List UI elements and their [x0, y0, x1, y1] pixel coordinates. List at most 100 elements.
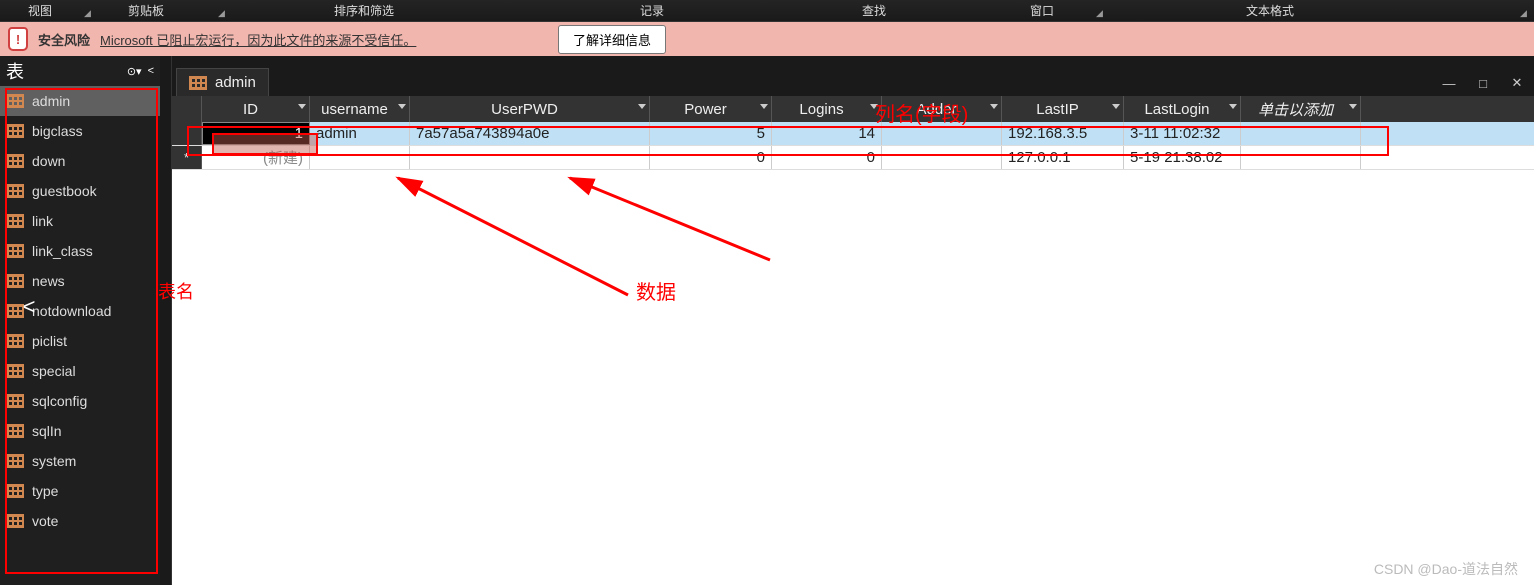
cell-Logins[interactable]: 14 — [772, 122, 882, 145]
sidebar-item-label: admin — [32, 93, 70, 109]
table-row[interactable]: 1admin7a57a5a743894a0e514 192.168.3.53-11… — [172, 122, 1534, 146]
cell-ID[interactable]: 1 — [202, 122, 310, 145]
sidebar-item-piclist[interactable]: piclist — [0, 326, 160, 356]
cell-username[interactable] — [310, 146, 410, 169]
row-header[interactable] — [172, 122, 202, 145]
sidebar-item-label: down — [32, 153, 65, 169]
sidebar-item-vote[interactable]: vote — [0, 506, 160, 536]
security-message[interactable]: Microsoft 已阻止宏运行，因为此文件的来源不受信任。 — [100, 30, 416, 49]
table-row[interactable]: *(新建) 00 127.0.0.15-19 21:38:02 — [172, 146, 1534, 170]
expand-icon[interactable]: ◢ — [84, 8, 91, 19]
cell-add[interactable] — [1241, 122, 1361, 145]
column-header-UserPWD[interactable]: UserPWD — [410, 96, 650, 122]
dropdown-icon[interactable] — [638, 104, 646, 109]
sidebar-item-down[interactable]: down — [0, 146, 160, 176]
sidebar-item-label: link_class — [32, 243, 93, 259]
cell-LastIP[interactable]: 127.0.0.1 — [1002, 146, 1124, 169]
sidebar-item-special[interactable]: special — [0, 356, 160, 386]
row-header[interactable]: * — [172, 146, 202, 169]
ribbon-group-textfmt[interactable]: 文本格式 — [1246, 2, 1294, 19]
column-header-Power[interactable]: Power — [650, 96, 772, 122]
column-label: UserPWD — [491, 101, 558, 118]
expand-icon[interactable]: ◢ — [218, 8, 225, 19]
cell-username[interactable]: admin — [310, 122, 410, 145]
sidebar-item-label: vote — [32, 513, 58, 529]
maximize-icon[interactable]: □ — [1466, 70, 1500, 96]
table-icon — [6, 154, 24, 168]
expand-icon[interactable]: ◢ — [1096, 8, 1103, 19]
ribbon-group-view[interactable]: 视图 — [28, 2, 52, 19]
column-label: Power — [684, 101, 727, 118]
ribbon-group-clipboard[interactable]: 剪贴板 — [128, 2, 164, 19]
cell-Logins[interactable]: 0 — [772, 146, 882, 169]
security-learn-more-button[interactable]: 了解详细信息 — [558, 25, 666, 54]
cell-Power[interactable]: 5 — [650, 122, 772, 145]
sidebar-dropdown-icon[interactable]: ⊙▾ — [127, 65, 142, 78]
column-label: Logins — [799, 101, 843, 118]
minimize-icon[interactable]: — — [1432, 70, 1466, 96]
sidebar-item-label: bigclass — [32, 123, 83, 139]
cell-LastIP[interactable]: 192.168.3.5 — [1002, 122, 1124, 145]
sidebar: 表 ⊙▾ < admin bigclass down guestbook link lin… — [0, 56, 160, 585]
dropdown-icon[interactable] — [1349, 104, 1357, 109]
ribbon-group-find[interactable]: 查找 — [862, 2, 886, 19]
dropdown-icon[interactable] — [990, 104, 998, 109]
sidebar-item-guestbook[interactable]: guestbook — [0, 176, 160, 206]
sidebar-item-label: system — [32, 453, 76, 469]
watermark: CSDN @Dao-道法自然 — [1374, 559, 1518, 579]
row-header-blank[interactable] — [172, 96, 202, 122]
dropdown-icon[interactable] — [870, 104, 878, 109]
sidebar-item-sqlconfig[interactable]: sqlconfig — [0, 386, 160, 416]
grid-body: 1admin7a57a5a743894a0e514 192.168.3.53-11… — [172, 122, 1534, 170]
column-header-username[interactable]: username — [310, 96, 410, 122]
sidebar-collapse-icon[interactable]: < — [148, 65, 154, 77]
column-label: username — [321, 101, 388, 118]
ribbon-group-sort[interactable]: 排序和筛选 — [334, 2, 394, 19]
table-icon — [6, 94, 24, 108]
column-header-add[interactable]: 单击以添加 — [1241, 96, 1361, 122]
dropdown-icon[interactable] — [760, 104, 768, 109]
cell-ID[interactable]: (新建) — [202, 146, 310, 169]
cell-Adder[interactable] — [882, 146, 1002, 169]
sidebar-item-label: sqlIn — [32, 423, 62, 439]
column-header-LastIP[interactable]: LastIP — [1002, 96, 1124, 122]
column-header-Adder[interactable]: Adder — [882, 96, 1002, 122]
cell-Adder[interactable] — [882, 122, 1002, 145]
sidebar-item-label: guestbook — [32, 183, 97, 199]
sidebar-title: 表 — [6, 58, 24, 84]
sidebar-item-system[interactable]: system — [0, 446, 160, 476]
tab-admin[interactable]: admin — [176, 68, 269, 96]
cell-UserPWD[interactable] — [410, 146, 650, 169]
cell-LastLogin[interactable]: 5-19 21:38:02 — [1124, 146, 1241, 169]
column-header-ID[interactable]: ID — [202, 96, 310, 122]
sidebar-item-label: special — [32, 363, 76, 379]
sidebar-item-bigclass[interactable]: bigclass — [0, 116, 160, 146]
cell-Power[interactable]: 0 — [650, 146, 772, 169]
dropdown-icon[interactable] — [1112, 104, 1120, 109]
column-label: 单击以添加 — [1258, 99, 1333, 120]
sidebar-item-link[interactable]: link — [0, 206, 160, 236]
sidebar-expand-handle[interactable]: < — [18, 292, 40, 322]
table-icon — [6, 484, 24, 498]
close-icon[interactable]: ✕ — [1500, 70, 1534, 96]
dropdown-icon[interactable] — [1229, 104, 1237, 109]
main: 表 ⊙▾ < admin bigclass down guestbook link lin… — [0, 56, 1534, 585]
cell-LastLogin[interactable]: 3-11 11:02:32 — [1124, 122, 1241, 145]
table-icon — [6, 214, 24, 228]
sidebar-item-link_class[interactable]: link_class — [0, 236, 160, 266]
cell-add[interactable] — [1241, 146, 1361, 169]
expand-icon[interactable]: ◢ — [1520, 8, 1527, 19]
column-label: LastIP — [1036, 101, 1079, 118]
column-header-LastLogin[interactable]: LastLogin — [1124, 96, 1241, 122]
table-icon — [6, 514, 24, 528]
ribbon-group-window[interactable]: 窗口 — [1030, 2, 1054, 19]
column-header-Logins[interactable]: Logins — [772, 96, 882, 122]
sidebar-item-admin[interactable]: admin — [0, 86, 160, 116]
ribbon-group-records[interactable]: 记录 — [640, 2, 664, 19]
table-icon — [6, 124, 24, 138]
dropdown-icon[interactable] — [398, 104, 406, 109]
cell-UserPWD[interactable]: 7a57a5a743894a0e — [410, 122, 650, 145]
sidebar-item-type[interactable]: type — [0, 476, 160, 506]
sidebar-item-sqlIn[interactable]: sqlIn — [0, 416, 160, 446]
dropdown-icon[interactable] — [298, 104, 306, 109]
